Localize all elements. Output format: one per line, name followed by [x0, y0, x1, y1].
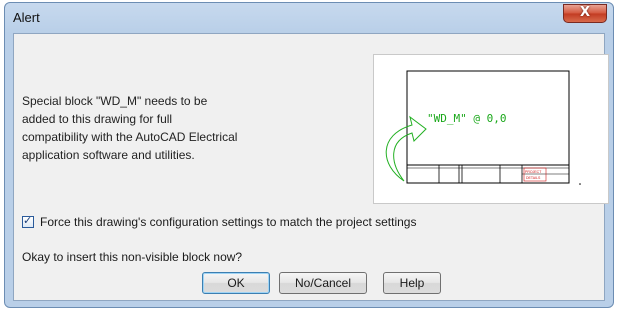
config-match-checkbox[interactable]: ✓ [22, 214, 34, 228]
ok-button[interactable]: OK [202, 272, 270, 294]
close-button[interactable]: X [563, 4, 607, 23]
drawing-preview-svg: PROJECT DETAILS "WD_M" @ 0,0 [385, 70, 581, 185]
dialog-title: Alert [13, 10, 40, 25]
insert-question: Okay to insert this non-visible block no… [22, 250, 243, 264]
alert-message: Special block "WD_M" needs to be added t… [22, 92, 260, 164]
title-bar[interactable]: Alert X [5, 3, 613, 33]
message-line-2: added to this drawing for full [22, 112, 173, 126]
corner-dot [579, 183, 581, 185]
message-line-4: application software and utilities. [22, 148, 195, 162]
dialog-body: Special block "WD_M" needs to be added t… [13, 33, 609, 301]
drawing-preview: PROJECT DETAILS "WD_M" @ 0,0 [373, 54, 609, 204]
block-insertion-label: "WD_M" @ 0,0 [427, 112, 506, 125]
curved-arrow-icon [385, 115, 427, 182]
checkmark-icon: ✓ [23, 214, 33, 227]
title-block-text: PROJECT [525, 170, 542, 174]
config-match-label[interactable]: Force this drawing's configuration setti… [40, 215, 416, 229]
message-line-1: Special block "WD_M" needs to be [22, 94, 208, 108]
drawing-border [406, 70, 570, 184]
no-cancel-button[interactable]: No/Cancel [279, 272, 367, 294]
help-button[interactable]: Help [383, 272, 441, 294]
alert-dialog: Alert X Special block "WD_M" needs to be… [4, 2, 614, 308]
message-line-3: compatibility with the AutoCAD Electrica… [22, 130, 238, 144]
close-icon: X [579, 5, 591, 20]
config-match-option[interactable]: ✓ Force this drawing's configuration set… [22, 214, 416, 229]
title-block-text: DETAILS [526, 176, 541, 180]
